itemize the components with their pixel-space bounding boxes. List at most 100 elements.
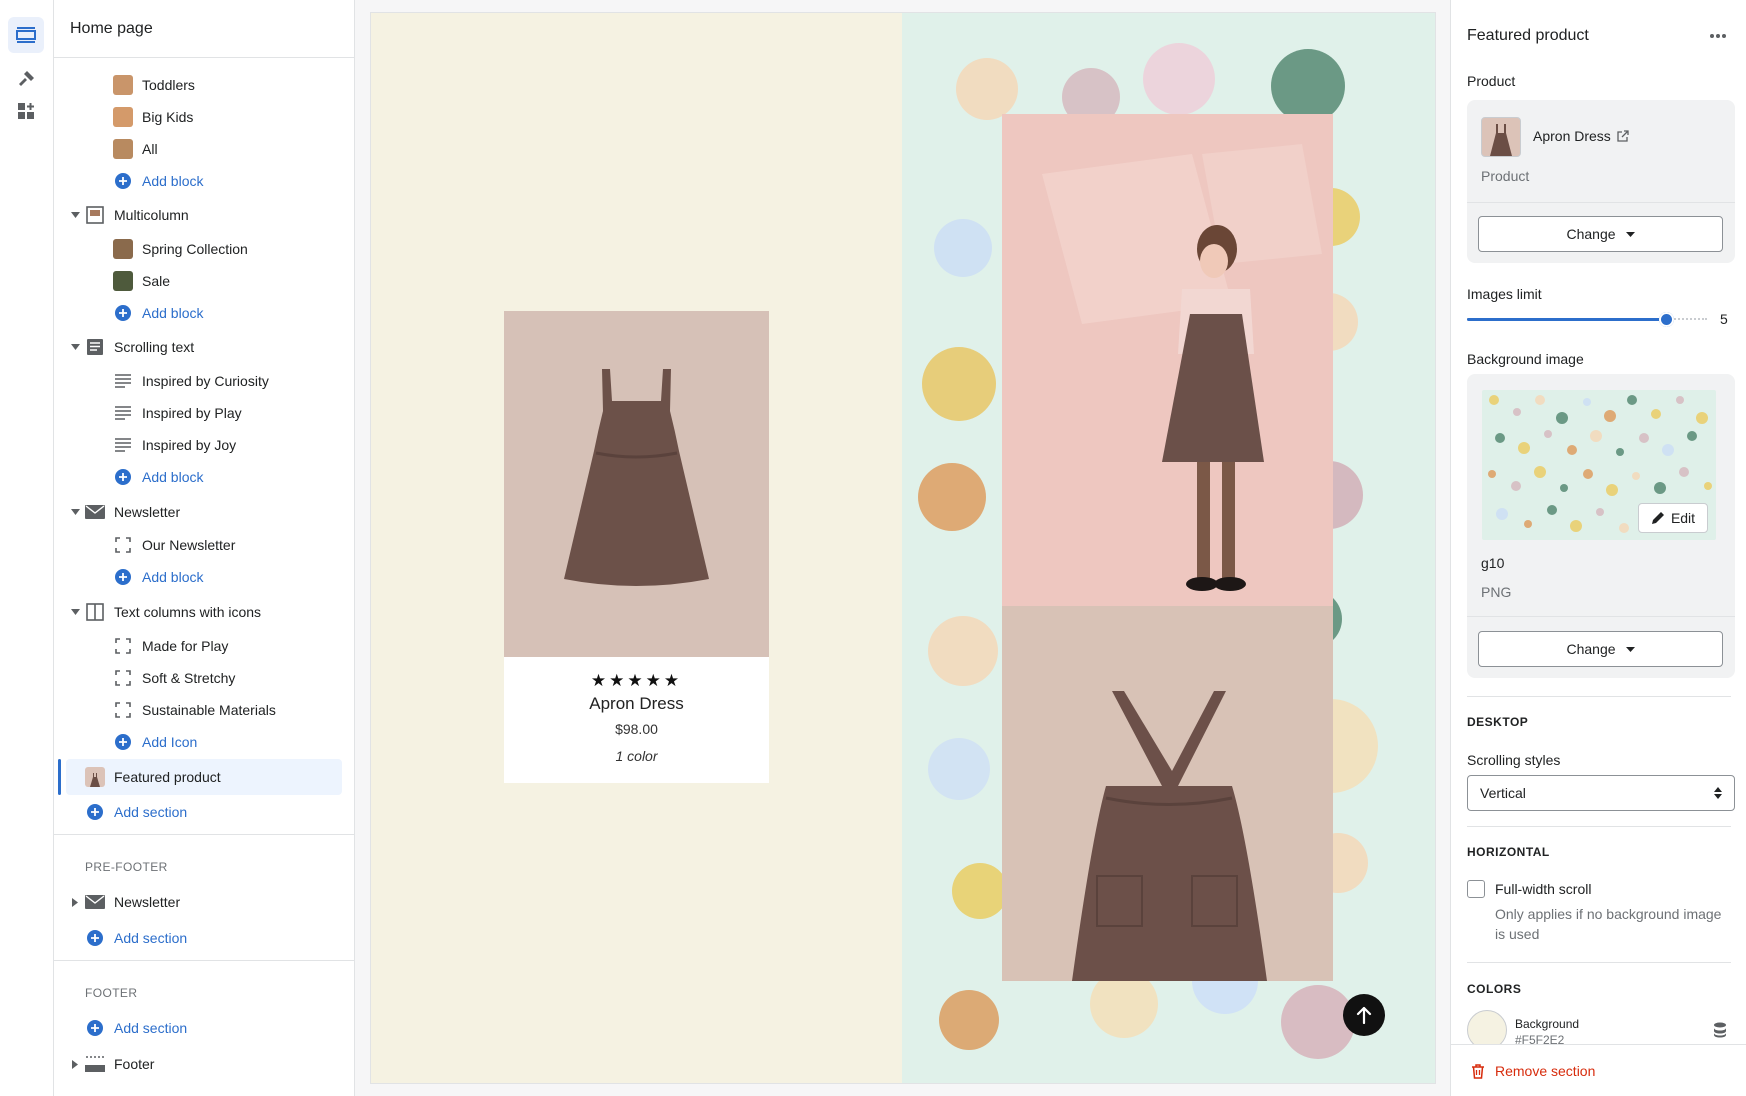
sections-icon[interactable] bbox=[8, 17, 44, 53]
caret-down-icon[interactable] bbox=[70, 210, 80, 220]
section-footer[interactable]: Footer bbox=[54, 1048, 354, 1080]
product-name-link[interactable]: Apron Dress bbox=[1533, 128, 1629, 144]
product-image bbox=[504, 311, 769, 657]
block-made-for-play[interactable]: Made for Play bbox=[54, 630, 354, 662]
section-settings-panel: Featured product Product Apron Dress Pro… bbox=[1450, 0, 1746, 1096]
divider bbox=[54, 834, 354, 835]
frame-icon bbox=[113, 636, 133, 656]
block-inspired-play[interactable]: Inspired by Play bbox=[54, 397, 354, 429]
product-color-count: 1 color bbox=[615, 748, 658, 764]
block-spring-collection[interactable]: Spring Collection bbox=[54, 233, 354, 265]
decorative-dot bbox=[1271, 49, 1345, 123]
scrolling-styles-select[interactable]: Vertical bbox=[1467, 775, 1735, 811]
scroll-to-top-button[interactable] bbox=[1343, 994, 1385, 1036]
full-width-checkbox[interactable] bbox=[1467, 880, 1485, 898]
app-embeds-icon[interactable] bbox=[8, 93, 44, 129]
caret-right-icon[interactable] bbox=[70, 1059, 80, 1069]
multicolumn-icon bbox=[85, 205, 105, 225]
database-icon[interactable] bbox=[1713, 1022, 1727, 1041]
pre-footer-title: PRE-FOOTER bbox=[85, 860, 168, 874]
section-scrolling-text[interactable]: Scrolling text bbox=[54, 331, 354, 363]
text-lines-icon bbox=[113, 371, 133, 391]
external-link-icon bbox=[1617, 130, 1629, 142]
product-type: Product bbox=[1481, 168, 1530, 184]
remove-section-button[interactable]: Remove section bbox=[1471, 1063, 1595, 1079]
add-section-button[interactable]: Add section bbox=[54, 922, 354, 954]
settings-title: Featured product bbox=[1467, 27, 1589, 44]
slider-fill bbox=[1467, 318, 1666, 321]
divider bbox=[1467, 202, 1735, 203]
add-circle-icon bbox=[113, 567, 133, 587]
block-inspired-curiosity[interactable]: Inspired by Curiosity bbox=[54, 365, 354, 397]
block-label: Toddlers bbox=[142, 77, 195, 93]
text-lines-icon bbox=[113, 403, 133, 423]
add-section-button[interactable]: Add section bbox=[54, 795, 354, 829]
block-big-kids[interactable]: Big Kids bbox=[54, 101, 354, 133]
add-circle-icon bbox=[85, 928, 105, 948]
add-block-button[interactable]: Add block bbox=[54, 297, 354, 329]
product-card[interactable]: ★★★★★ Apron Dress $98.00 1 color bbox=[504, 311, 769, 783]
footer-title: FOOTER bbox=[85, 986, 138, 1000]
block-sale[interactable]: Sale bbox=[54, 265, 354, 297]
envelope-icon bbox=[85, 502, 105, 522]
section-multicolumn[interactable]: Multicolumn bbox=[54, 199, 354, 231]
add-block-button[interactable]: Add block bbox=[54, 561, 354, 593]
columns-icon bbox=[85, 602, 105, 622]
caret-down-icon[interactable] bbox=[70, 607, 80, 617]
theme-settings-icon[interactable] bbox=[8, 61, 44, 97]
slider-thumb[interactable] bbox=[1659, 312, 1674, 327]
block-all[interactable]: All bbox=[54, 133, 354, 165]
image-filetype: PNG bbox=[1481, 584, 1512, 600]
frame-icon bbox=[113, 535, 133, 555]
product-price: $98.00 bbox=[615, 721, 658, 737]
add-circle-icon bbox=[113, 467, 133, 487]
product-lifestyle-photo bbox=[1002, 114, 1333, 606]
frame-icon bbox=[113, 700, 133, 720]
block-sustainable-materials[interactable]: Sustainable Materials bbox=[54, 694, 354, 726]
preview-image-column bbox=[902, 13, 1435, 1083]
section-newsletter[interactable]: Newsletter bbox=[54, 496, 354, 528]
section-featured-product[interactable]: Featured product bbox=[66, 759, 342, 795]
edit-image-button[interactable]: Edit bbox=[1638, 503, 1708, 533]
product-label: Product bbox=[1467, 73, 1516, 89]
change-product-button[interactable]: Change bbox=[1478, 216, 1723, 252]
image-filename: g10 bbox=[1481, 555, 1505, 571]
caret-down-icon[interactable] bbox=[70, 507, 80, 517]
add-section-button[interactable]: Add section bbox=[54, 1012, 354, 1044]
caret-down-icon[interactable] bbox=[70, 342, 80, 352]
decorative-dot bbox=[1143, 43, 1215, 115]
selected-indicator bbox=[58, 759, 61, 795]
product-thumbnail bbox=[1481, 117, 1521, 157]
product-title[interactable]: Apron Dress bbox=[504, 694, 769, 714]
horizontal-heading: HORIZONTAL bbox=[1467, 845, 1550, 859]
add-block-button[interactable]: Add block bbox=[54, 461, 354, 493]
trash-icon bbox=[1472, 1063, 1484, 1079]
preview-product-column: ★★★★★ Apron Dress $98.00 1 color bbox=[371, 13, 902, 1083]
block-our-newsletter[interactable]: Our Newsletter bbox=[54, 529, 354, 561]
add-icon-button[interactable]: Add Icon bbox=[54, 726, 354, 758]
edit-label: Edit bbox=[1670, 510, 1696, 526]
more-horizontal-icon[interactable] bbox=[1709, 26, 1727, 42]
envelope-icon bbox=[85, 892, 105, 912]
add-block-button[interactable]: Add block bbox=[54, 165, 354, 197]
images-limit-slider[interactable] bbox=[1467, 309, 1707, 329]
product-name: Apron Dress bbox=[1533, 128, 1611, 144]
section-text-columns[interactable]: Text columns with icons bbox=[54, 596, 354, 628]
rating-stars: ★★★★★ bbox=[590, 671, 683, 690]
pencil-icon bbox=[1651, 512, 1664, 524]
section-pre-footer-newsletter[interactable]: Newsletter bbox=[54, 886, 354, 918]
full-width-help: Only applies if no background image is u… bbox=[1495, 906, 1722, 942]
caret-right-icon[interactable] bbox=[70, 897, 80, 907]
preview-canvas: ★★★★★ Apron Dress $98.00 1 color bbox=[371, 13, 1435, 1083]
add-circle-icon bbox=[113, 303, 133, 323]
change-image-button[interactable]: Change bbox=[1478, 631, 1723, 667]
image-thumbnail bbox=[113, 139, 133, 159]
block-inspired-joy[interactable]: Inspired by Joy bbox=[54, 429, 354, 461]
text-block-icon bbox=[85, 337, 105, 357]
product-detail-photo bbox=[1002, 606, 1333, 981]
block-soft-stretchy[interactable]: Soft & Stretchy bbox=[54, 662, 354, 694]
block-toddlers[interactable]: Toddlers bbox=[54, 69, 354, 101]
icon-rail bbox=[0, 0, 54, 1096]
image-thumbnail bbox=[113, 75, 133, 95]
text-lines-icon bbox=[113, 435, 133, 455]
